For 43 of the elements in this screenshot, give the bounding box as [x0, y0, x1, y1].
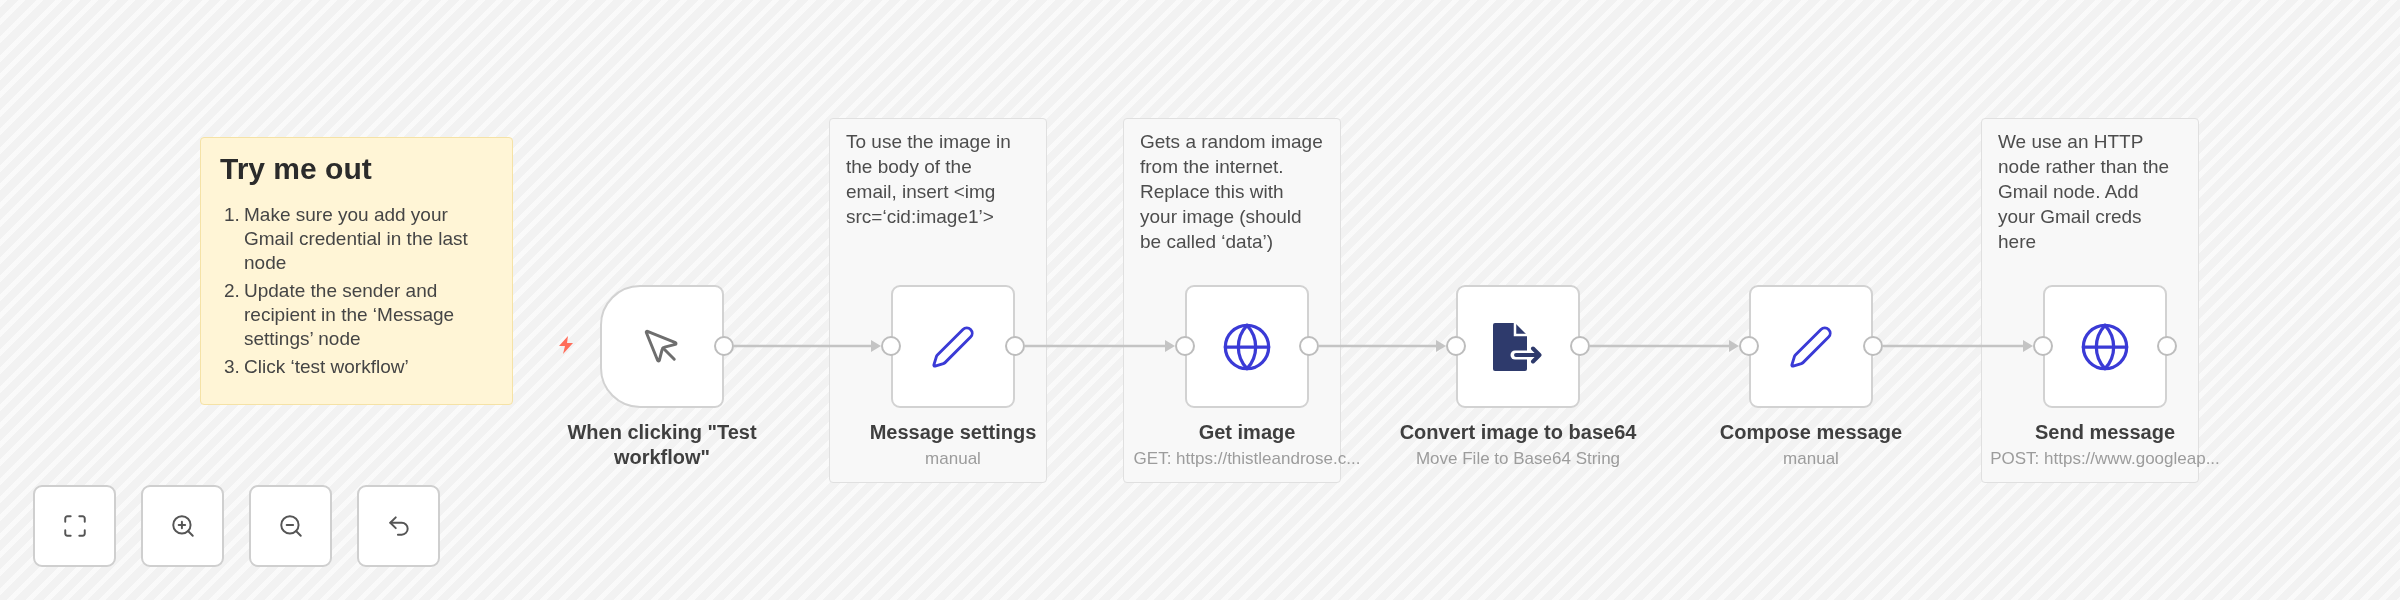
- output-handle[interactable]: [714, 336, 734, 356]
- output-handle[interactable]: [1863, 336, 1883, 356]
- output-handle[interactable]: [1570, 336, 1590, 356]
- step-number: 1.: [224, 203, 240, 227]
- fit-view-button[interactable]: [33, 485, 116, 567]
- workflow-node[interactable]: [1185, 285, 1309, 408]
- node-subtitle: GET: https://thistleandrose.c...: [1133, 449, 1361, 469]
- pencil-icon: [1788, 323, 1834, 370]
- reset-zoom-button[interactable]: [357, 485, 440, 567]
- fit-view-icon: [61, 513, 88, 539]
- step-text: Click ‘test workflow’: [244, 355, 410, 379]
- workflow-node[interactable]: [891, 285, 1015, 408]
- input-handle[interactable]: [1446, 336, 1466, 356]
- node-title: When clicking "Test workflow": [566, 420, 758, 470]
- node-subtitle: Move File to Base64 String: [1415, 449, 1621, 469]
- workflow-node[interactable]: [1749, 285, 1873, 408]
- note-text: We use an HTTP node rather than the Gmail node. Add your Gmail creds here: [1998, 130, 2171, 254]
- step-number: 3.: [224, 355, 240, 379]
- input-handle[interactable]: [1739, 336, 1759, 356]
- note-title: Try me out: [220, 151, 372, 187]
- note-text: Gets a random image from the internet. Replace this with your image (should be called ‘data’): [1140, 130, 1324, 254]
- node-subtitle: manual: [1783, 449, 1839, 469]
- note-text: To use the image in the body of the email, insert <img src=‘cid:image1’>: [846, 130, 1012, 229]
- zoom-out-icon: [277, 513, 304, 539]
- workflow-node[interactable]: [600, 285, 724, 408]
- zoom-in-icon: [169, 513, 196, 539]
- lightning-icon: [557, 336, 575, 354]
- step-text: Make sure you add your Gmail credential in the last node: [244, 203, 469, 275]
- pencil-icon: [930, 323, 976, 370]
- workflow-node[interactable]: [2043, 285, 2167, 408]
- node-title: Compose message: [1719, 420, 1903, 445]
- step-number: 2.: [224, 279, 240, 303]
- zoom-in-button[interactable]: [141, 485, 224, 567]
- node-title: Get image: [1198, 420, 1296, 445]
- node-title: Message settings: [869, 420, 1037, 445]
- node-title: Send message: [2034, 420, 2176, 445]
- node-title: Convert image to base64: [1399, 420, 1637, 445]
- node-subtitle: manual: [925, 449, 981, 469]
- zoom-out-button[interactable]: [249, 485, 332, 567]
- file-arrow-icon: [1493, 322, 1543, 371]
- node-subtitle: POST: https://www.googleap...: [1990, 449, 2220, 469]
- step-text: Update the sender and recipient in the ‘Message settings’ node: [244, 279, 456, 351]
- workflow-node[interactable]: [1456, 285, 1580, 408]
